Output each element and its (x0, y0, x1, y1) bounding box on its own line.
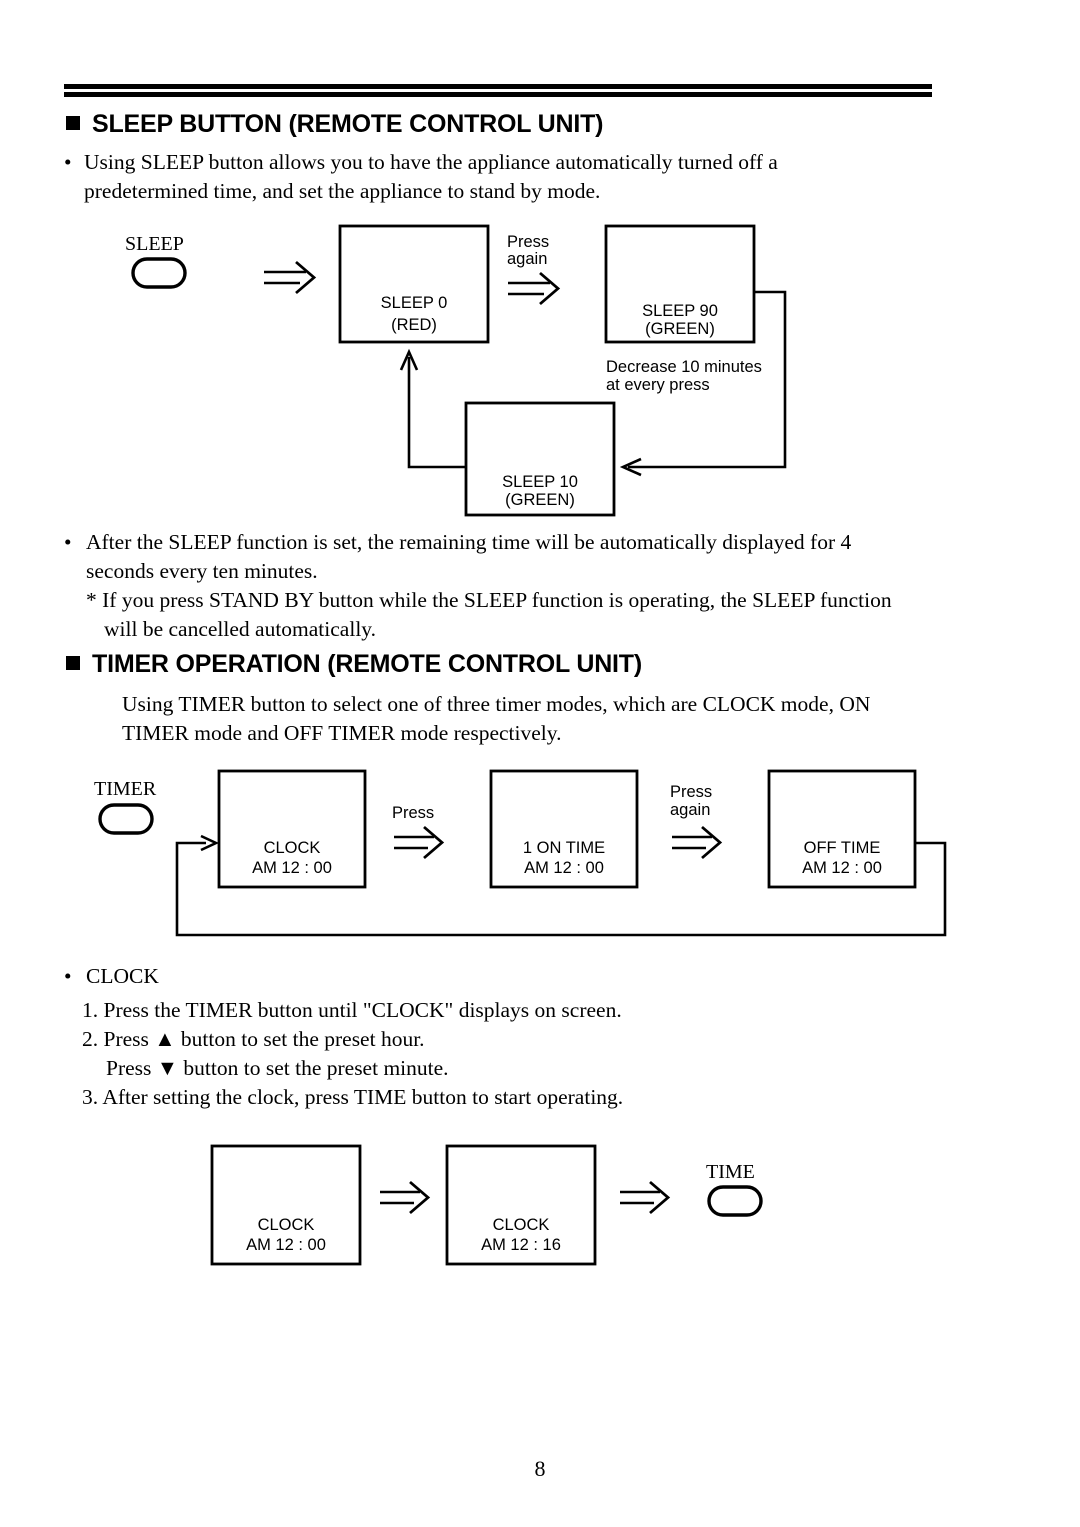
arrow-right-icon (508, 271, 561, 306)
clock-title-text: CLOCK (86, 964, 159, 988)
clock-set-diagram: CLOCK AM 12 : 00 CLOCK AM 12 : 16 TIME (210, 1144, 763, 1266)
state-box-label: SLEEP 10 (502, 473, 578, 491)
paragraph-line: seconds every ten minutes. (86, 559, 318, 583)
state-box-sublabel: (GREEN) (505, 491, 575, 509)
arrow-label-line2: again (670, 801, 710, 819)
section-heading-timer-operation: TIMER OPERATION (REMOTE CONTROL UNIT) (66, 650, 642, 679)
timer-button-label: TIMER (94, 778, 157, 800)
time-button-icon[interactable] (707, 1185, 763, 1217)
clock-instructions-title: • CLOCK (64, 962, 946, 991)
arrow-right-icon (672, 825, 723, 860)
state-box-label: CLOCK (493, 1216, 550, 1234)
arrow-right-icon (620, 1180, 671, 1215)
arrow-label-line1: Press (392, 804, 434, 822)
arrow-right-icon (394, 825, 445, 860)
sleep-button-label: SLEEP (125, 233, 184, 255)
heading-text: TIMER OPERATION (REMOTE CONTROL UNIT) (92, 650, 642, 678)
state-box-sublabel: AM 12 : 00 (524, 859, 604, 877)
paragraph-standby-note: * If you press STAND BY button while the… (86, 586, 966, 644)
arrow-label-line1: Press (507, 233, 549, 251)
state-box-sublabel: AM 12 : 00 (802, 859, 882, 877)
instruction-step: Press ▼ button to set the preset minute. (106, 1056, 449, 1080)
loop-note-line2: at every press (606, 376, 710, 394)
timer-button-icon[interactable] (98, 803, 154, 835)
state-box-label: SLEEP 0 (381, 294, 448, 312)
paragraph-line: TIMER mode and OFF TIMER mode respective… (122, 721, 562, 745)
arrow-label-line1: Press (670, 783, 712, 801)
state-box-label: 1 ON TIME (523, 839, 605, 857)
state-box-label: OFF TIME (804, 839, 881, 857)
loop-note-line1: Decrease 10 minutes (606, 358, 762, 376)
state-box-sublabel: (GREEN) (645, 320, 715, 338)
paragraph-sleep-notes: • After the SLEEP function is set, the r… (64, 528, 976, 586)
manual-page: SLEEP BUTTON (REMOTE CONTROL UNIT) • Usi… (0, 0, 1080, 1527)
state-box-label: CLOCK (258, 1216, 315, 1234)
clock-instructions-list: 1. Press the TIMER button until "CLOCK" … (82, 996, 962, 1112)
sleep-flow-diagram: SLEEP SLEEP 0 (RED) Press again SLEEP 90… (125, 224, 787, 517)
instruction-step: 2. Press ▲ button to set the preset hour… (82, 1027, 425, 1051)
paragraph-timer-intro: Using TIMER button to select one of thre… (122, 690, 962, 748)
instruction-step: 1. Press the TIMER button until "CLOCK" … (82, 998, 622, 1022)
state-box-sublabel: AM 12 : 16 (481, 1236, 561, 1254)
loop-connector-10-to-0 (399, 348, 466, 469)
state-box-sublabel: AM 12 : 00 (252, 859, 332, 877)
note-line: will be cancelled automatically. (104, 617, 377, 641)
timer-flow-diagram: TIMER CLOCK AM 12 : 00 Press 1 ON TIME A… (94, 769, 947, 937)
bullet-icon: • (64, 530, 72, 554)
time-button-label: TIME (706, 1161, 755, 1183)
bullet-icon: • (64, 964, 72, 988)
sleep-button-icon[interactable] (131, 257, 187, 289)
arrow-right-icon (380, 1180, 431, 1215)
state-box-sublabel: AM 12 : 00 (246, 1236, 326, 1254)
arrow-label-line2: again (507, 250, 547, 268)
paragraph-line: After the SLEEP function is set, the rem… (86, 530, 852, 554)
arrow-right-icon (264, 260, 317, 295)
bullet-square-icon (66, 656, 80, 670)
state-box-label: CLOCK (264, 839, 321, 857)
state-box-label: SLEEP 90 (642, 302, 718, 320)
state-box-sublabel: (RED) (391, 316, 437, 334)
paragraph-line: Using TIMER button to select one of thre… (122, 692, 871, 716)
instruction-step: 3. After setting the clock, press TIME b… (82, 1085, 624, 1109)
note-line: * If you press STAND BY button while the… (86, 588, 892, 612)
page-number: 8 (534, 1456, 546, 1481)
